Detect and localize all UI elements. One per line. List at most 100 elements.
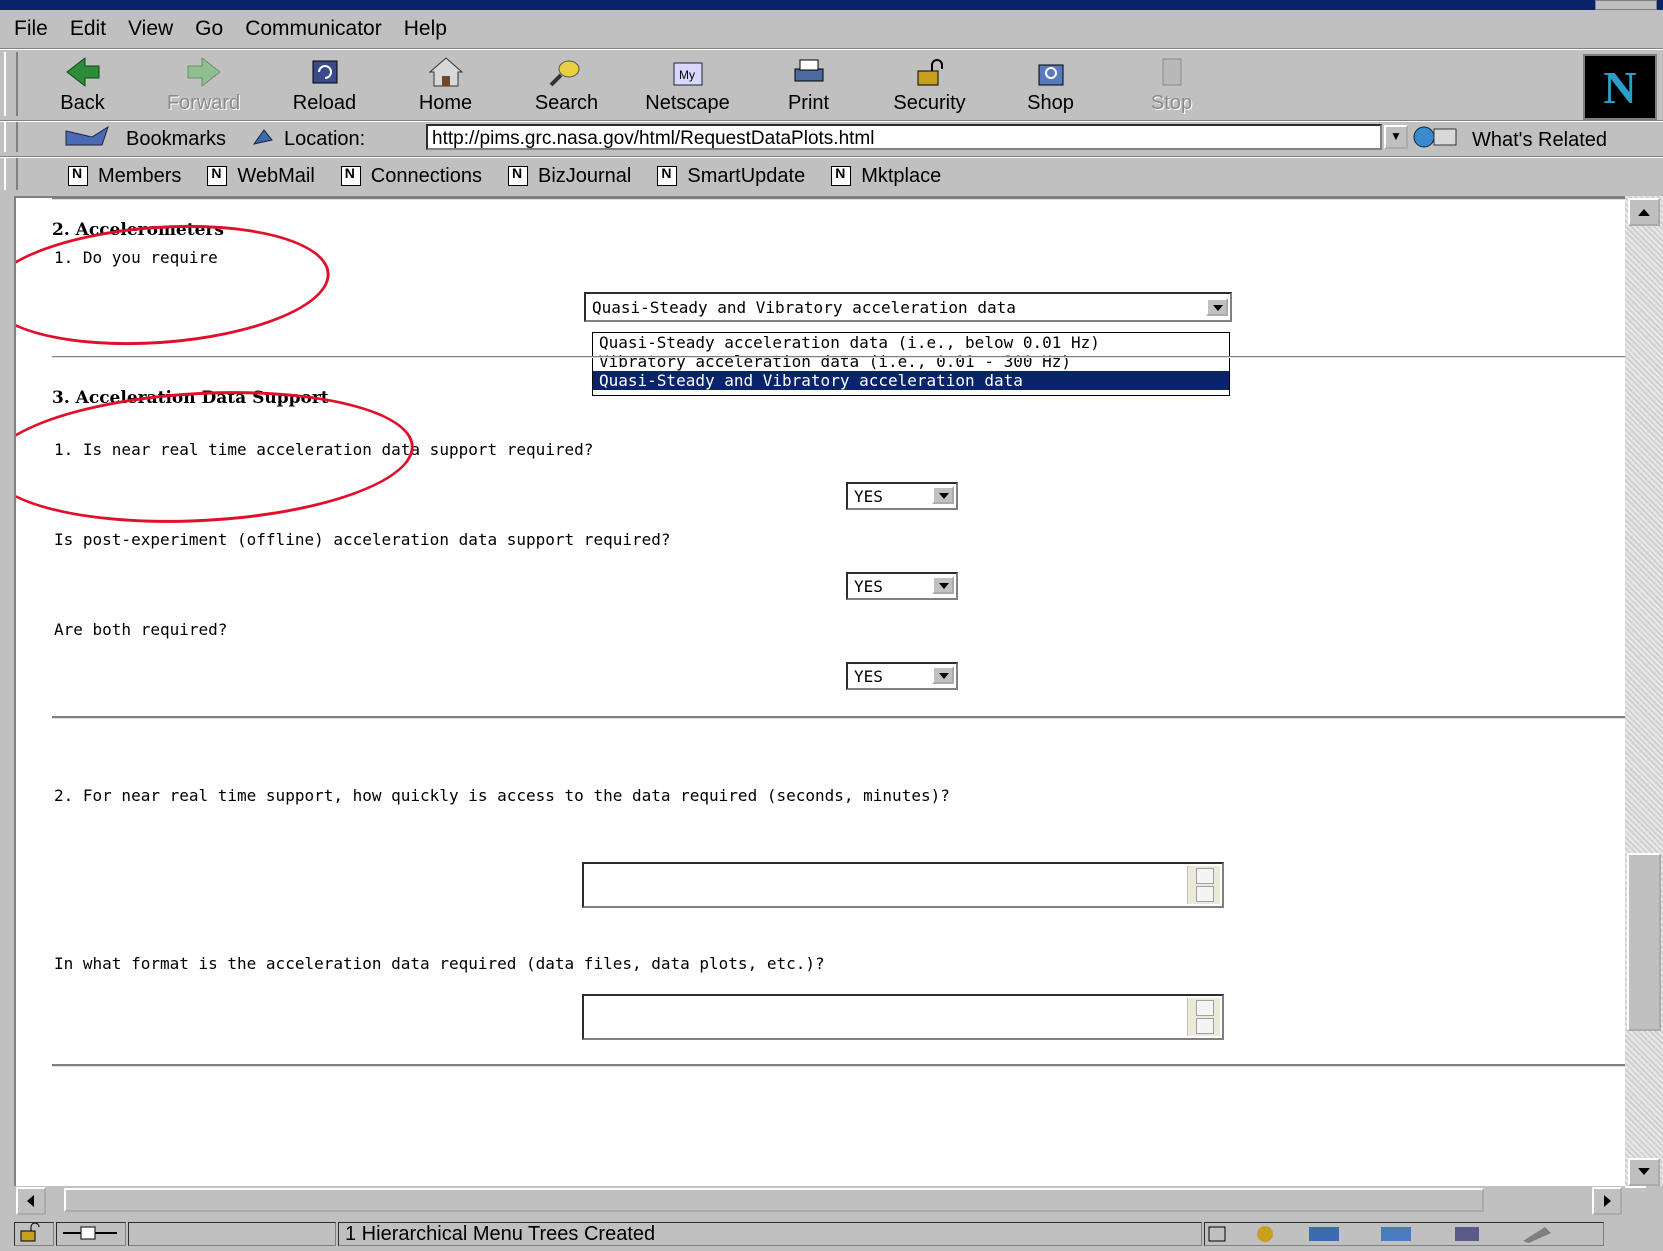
horizontal-scrollbar[interactable] bbox=[14, 1186, 1625, 1216]
near-real-time-select[interactable]: YES bbox=[846, 482, 958, 510]
chevron-down-icon[interactable] bbox=[1206, 298, 1228, 316]
chevron-down-icon[interactable] bbox=[932, 576, 954, 594]
option-vibratory[interactable]: Vibratory acceleration data (i.e., 0.01 … bbox=[593, 352, 1229, 371]
related-icon bbox=[1410, 124, 1466, 156]
question-3-2: 2. For near real time support, how quick… bbox=[54, 786, 950, 805]
url-input[interactable]: http://pims.grc.nasa.gov/html/RequestDat… bbox=[426, 124, 1382, 150]
question-3-1b: Is post-experiment (offline) acceleratio… bbox=[54, 530, 671, 549]
mktplace-link[interactable]: Mktplace bbox=[831, 165, 941, 188]
netscape-logo[interactable]: N bbox=[1583, 54, 1657, 120]
offline-support-value: YES bbox=[854, 577, 883, 596]
personal-toolbar: Members WebMail Connections BizJournal S… bbox=[68, 160, 967, 192]
vertical-scrollbar[interactable] bbox=[1625, 196, 1663, 1186]
menu-help[interactable]: Help bbox=[404, 17, 447, 41]
toolbar-grip[interactable] bbox=[4, 158, 18, 190]
menu-view[interactable]: View bbox=[128, 17, 173, 41]
url-dropdown-button[interactable]: ▼ bbox=[1384, 125, 1408, 149]
stop-button[interactable]: Stop bbox=[1111, 54, 1232, 120]
whats-related-label: What's Related bbox=[1472, 128, 1607, 151]
print-label: Print bbox=[787, 92, 830, 114]
bookmarks-button[interactable]: Bookmarks bbox=[62, 123, 226, 155]
access-speed-textarea[interactable] bbox=[582, 862, 1224, 908]
webmail-label: WebMail bbox=[237, 164, 315, 187]
progress-bar bbox=[128, 1222, 336, 1246]
option-quasi-and-vibratory[interactable]: Quasi-Steady and Vibratory acceleration … bbox=[593, 371, 1229, 390]
horizontal-rule bbox=[52, 198, 1632, 200]
accel-data-select[interactable]: Quasi-Steady and Vibratory acceleration … bbox=[584, 292, 1232, 322]
search-button[interactable]: Search bbox=[506, 54, 627, 120]
connection-icon bbox=[56, 1222, 126, 1246]
netscape-button[interactable]: My Netscape bbox=[627, 54, 748, 120]
forward-arrow-icon bbox=[183, 54, 225, 90]
connections-label: Connections bbox=[370, 164, 482, 187]
bookmarks-icon bbox=[62, 123, 118, 155]
netscape-icon: My bbox=[667, 54, 709, 90]
bookmark-page-icon bbox=[831, 165, 852, 186]
connections-link[interactable]: Connections bbox=[340, 164, 482, 188]
smartupdate-label: SmartUpdate bbox=[687, 164, 806, 187]
stop-icon bbox=[1151, 54, 1193, 90]
home-button[interactable]: Home bbox=[385, 54, 506, 120]
reload-button[interactable]: Reload bbox=[264, 54, 385, 120]
shop-label: Shop bbox=[1027, 92, 1074, 114]
menu-bar: File Edit View Go Communicator Help bbox=[14, 12, 469, 46]
option-quasi-steady[interactable]: Quasi-Steady acceleration data (i.e., be… bbox=[593, 333, 1229, 352]
back-arrow-icon bbox=[62, 54, 104, 90]
scroll-right-button[interactable] bbox=[1592, 1187, 1622, 1215]
security-lock-icon[interactable] bbox=[14, 1222, 54, 1246]
menu-file[interactable]: File bbox=[14, 17, 48, 41]
separator bbox=[0, 156, 1663, 158]
webmail-link[interactable]: WebMail bbox=[207, 164, 315, 188]
whats-related-button[interactable]: What's Related bbox=[1410, 124, 1607, 156]
chevron-down-icon[interactable] bbox=[932, 486, 954, 504]
shop-icon bbox=[1030, 54, 1072, 90]
location-toolbar: Bookmarks Location: http://pims.grc.nasa… bbox=[22, 124, 1662, 154]
location-icon bbox=[250, 124, 276, 154]
chevron-down-icon[interactable] bbox=[932, 666, 954, 684]
toolbar-grip[interactable] bbox=[4, 52, 18, 116]
accel-data-select-value: Quasi-Steady and Vibratory acceleration … bbox=[592, 298, 1016, 317]
data-format-textarea[interactable] bbox=[582, 994, 1224, 1040]
both-required-value: YES bbox=[854, 667, 883, 686]
toolbar-grip[interactable] bbox=[4, 122, 18, 152]
textarea-scrollbar[interactable] bbox=[1187, 866, 1220, 904]
menu-go[interactable]: Go bbox=[195, 17, 223, 41]
shop-button[interactable]: Shop bbox=[990, 54, 1111, 120]
vertical-scroll-thumb[interactable] bbox=[1627, 853, 1661, 1031]
component-bar bbox=[1204, 1222, 1604, 1246]
back-button[interactable]: Back bbox=[22, 54, 143, 120]
both-required-select[interactable]: YES bbox=[846, 662, 958, 690]
print-button[interactable]: Print bbox=[748, 54, 869, 120]
members-link[interactable]: Members bbox=[68, 165, 181, 188]
bookmarks-label: Bookmarks bbox=[126, 127, 227, 150]
members-label: Members bbox=[98, 164, 182, 187]
bizjournal-label: BizJournal bbox=[537, 164, 632, 187]
page-content: 2. Accelerometers 1. Do you require Quas… bbox=[14, 196, 1646, 1188]
home-icon bbox=[425, 54, 467, 90]
window-controls[interactable] bbox=[1595, 0, 1657, 10]
offline-support-select[interactable]: YES bbox=[846, 572, 958, 600]
bizjournal-link[interactable]: BizJournal bbox=[507, 164, 632, 188]
stop-label: Stop bbox=[1150, 92, 1193, 114]
textarea-scrollbar[interactable] bbox=[1187, 998, 1220, 1036]
netscape-logo-letter: N bbox=[1603, 61, 1637, 113]
menu-edit[interactable]: Edit bbox=[70, 17, 106, 41]
menu-communicator[interactable]: Communicator bbox=[245, 17, 382, 41]
scroll-up-button[interactable] bbox=[1628, 198, 1660, 226]
reload-label: Reload bbox=[292, 92, 357, 114]
security-label: Security bbox=[893, 92, 966, 114]
horizontal-rule bbox=[52, 356, 1632, 358]
status-text: 1 Hierarchical Menu Trees Created bbox=[338, 1222, 1202, 1246]
scroll-down-button[interactable] bbox=[1628, 1158, 1660, 1186]
near-real-time-value: YES bbox=[854, 487, 883, 506]
security-button[interactable]: Security bbox=[869, 54, 990, 120]
question-3-3: In what format is the acceleration data … bbox=[54, 954, 825, 973]
smartupdate-link[interactable]: SmartUpdate bbox=[657, 165, 805, 188]
forward-button[interactable]: Forward bbox=[143, 54, 264, 120]
title-bar bbox=[0, 0, 1663, 10]
mktplace-label: Mktplace bbox=[861, 164, 942, 187]
horizontal-scroll-thumb[interactable] bbox=[64, 1188, 1484, 1212]
forward-label: Forward bbox=[166, 92, 241, 114]
scroll-left-button[interactable] bbox=[16, 1187, 46, 1215]
bookmark-page-icon bbox=[207, 165, 228, 186]
